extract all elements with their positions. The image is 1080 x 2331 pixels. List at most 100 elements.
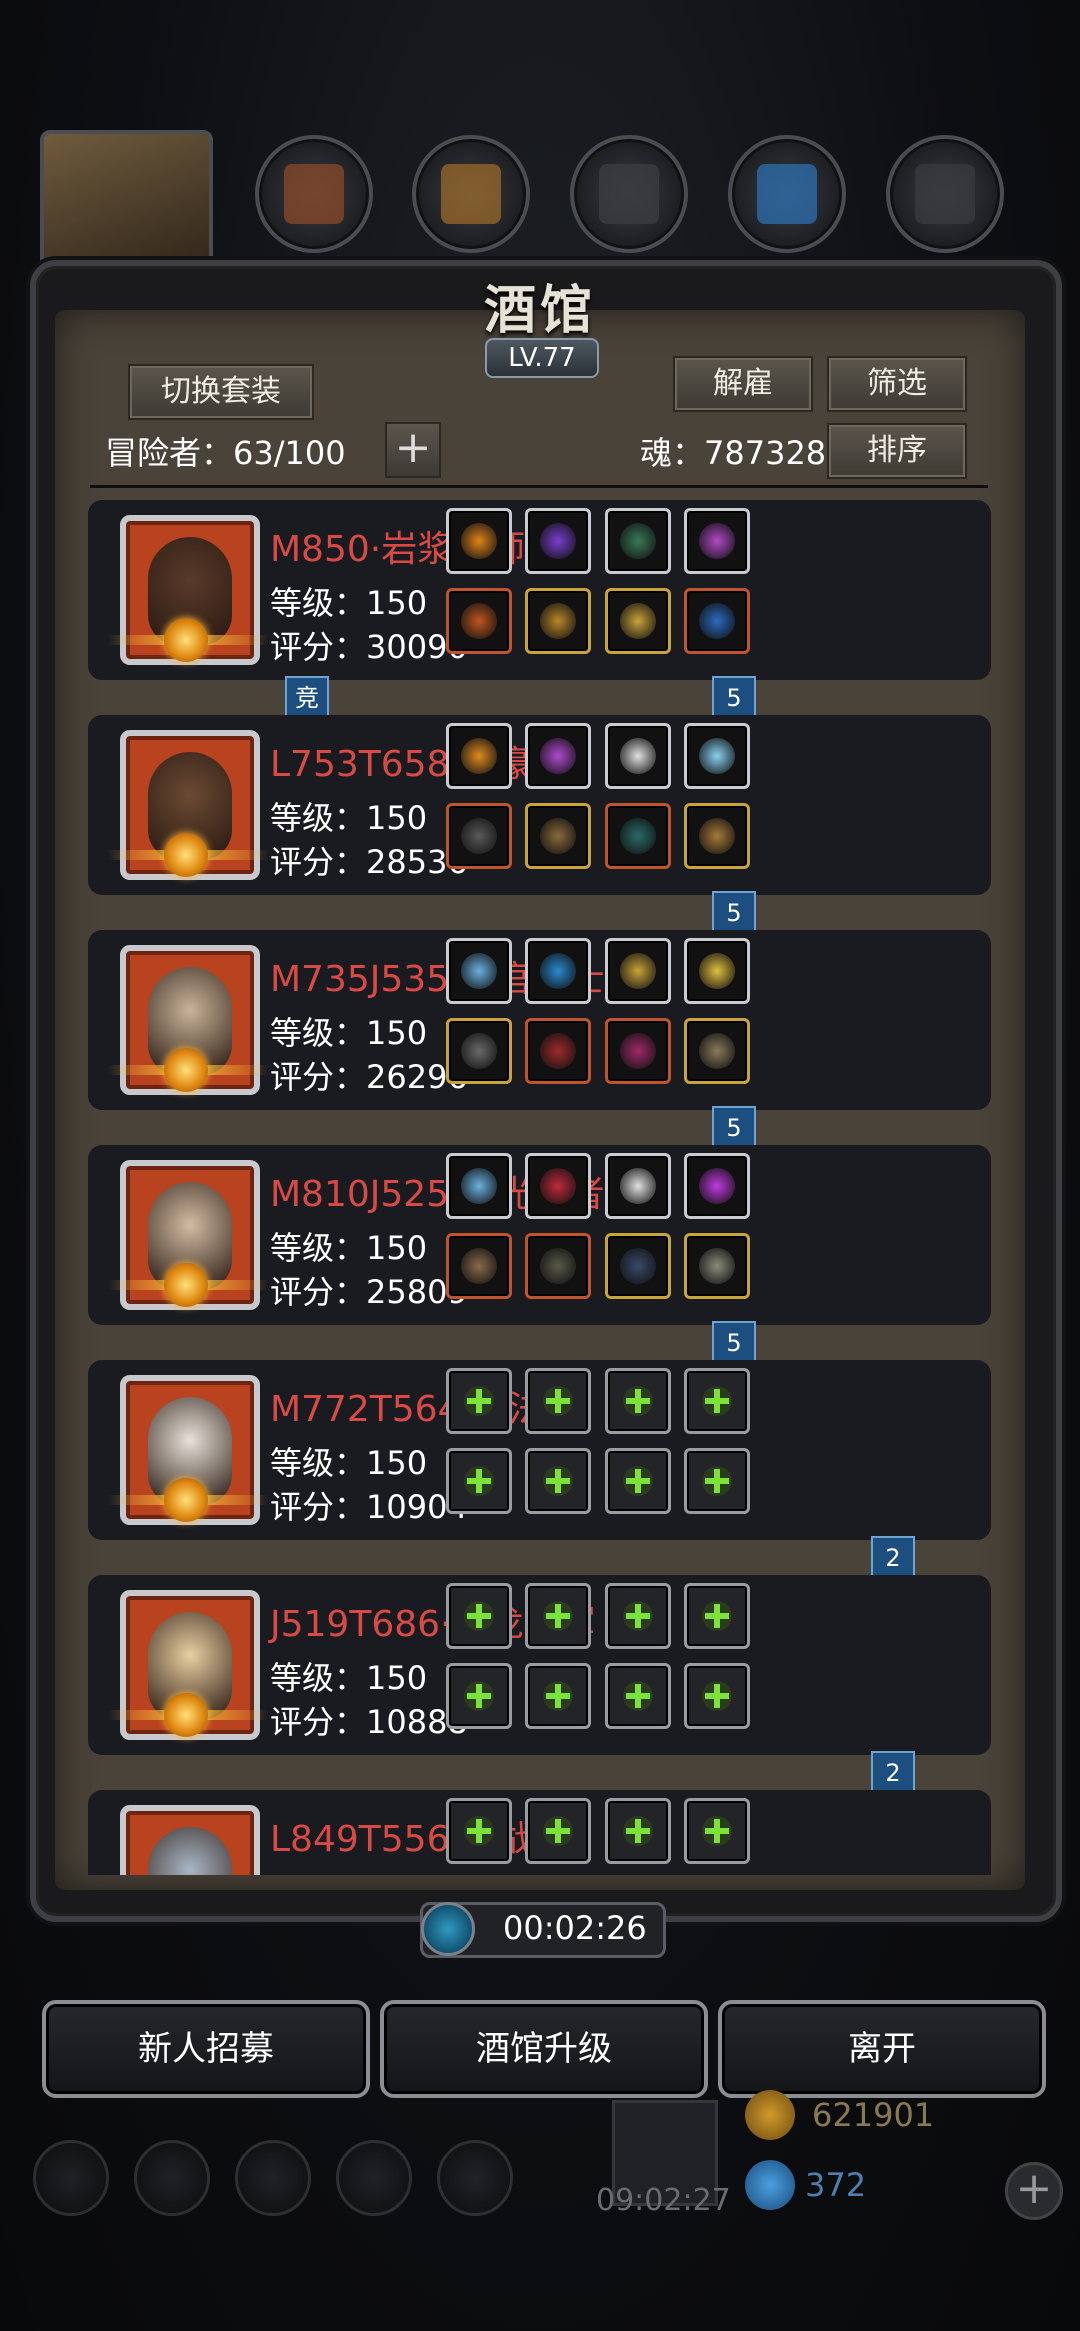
- equipment-slot[interactable]: [525, 723, 591, 789]
- equipment-icon: [540, 1033, 576, 1069]
- timer: 00:02:26: [420, 1902, 666, 1958]
- equipment-slot[interactable]: [445, 723, 512, 789]
- empty-equipment-slot[interactable]: [525, 1583, 591, 1649]
- adventurer-score: 评分：26296: [270, 1058, 468, 1096]
- equipment-slot[interactable]: [684, 938, 750, 1004]
- equipment-slot[interactable]: [445, 1153, 512, 1219]
- settings-icon[interactable]: [33, 2140, 109, 2216]
- guild-icon[interactable]: [235, 2140, 311, 2216]
- equipment-slot[interactable]: [445, 803, 512, 869]
- equipment-slot[interactable]: [525, 803, 591, 869]
- add-equipment-icon: [543, 1386, 573, 1416]
- switch-outfit-button[interactable]: 切换套装: [128, 364, 314, 420]
- empty-equipment-slot[interactable]: [604, 1663, 671, 1729]
- empty-equipment-slot[interactable]: [684, 1448, 750, 1514]
- equipment-slot[interactable]: [525, 1233, 591, 1299]
- equipment-slot[interactable]: [604, 723, 671, 789]
- divider: [90, 485, 988, 488]
- adventurer-card[interactable]: M810J525·圣光贤者 等级：150 评分：25809: [88, 1145, 991, 1325]
- empty-equipment-slot[interactable]: [445, 1583, 512, 1649]
- mail-icon[interactable]: [336, 2140, 412, 2216]
- add-currency-button[interactable]: +: [1005, 2162, 1063, 2220]
- soul-count: 魂：787328: [640, 434, 827, 472]
- equipment-slot[interactable]: [445, 938, 512, 1004]
- add-equipment-icon: [463, 1386, 494, 1416]
- add-equipment-icon: [622, 1816, 653, 1846]
- equipment-icon: [460, 738, 497, 774]
- empty-equipment-slot[interactable]: [445, 1448, 512, 1514]
- map-icon[interactable]: [437, 2140, 513, 2216]
- equipment-icon: [460, 953, 497, 989]
- equipment-slot[interactable]: [525, 588, 591, 654]
- equipment-slot[interactable]: [445, 508, 512, 574]
- dismiss-button[interactable]: 解雇: [673, 356, 813, 412]
- equipment-slot[interactable]: [445, 588, 512, 654]
- add-equipment-icon: [463, 1681, 494, 1711]
- equipment-slot[interactable]: [684, 508, 750, 574]
- empty-equipment-slot[interactable]: [445, 1663, 512, 1729]
- expand-capacity-button[interactable]: +: [385, 422, 441, 478]
- empty-equipment-slot[interactable]: [684, 1663, 750, 1729]
- tab-weapon[interactable]: [255, 135, 373, 253]
- equipment-slot[interactable]: [445, 1233, 512, 1299]
- equipment-slot[interactable]: [525, 1018, 591, 1084]
- sun-medal-icon: [164, 618, 208, 662]
- upgrade-tavern-button[interactable]: 酒馆升级: [380, 2000, 708, 2098]
- adventurer-count: 冒险者：63/100: [105, 434, 346, 472]
- leave-button[interactable]: 离开: [718, 2000, 1046, 2098]
- adventurer-card[interactable]: L753T658·剑豪 等级：150 评分：28536: [88, 715, 991, 895]
- equipment-slot[interactable]: [684, 723, 750, 789]
- empty-equipment-slot[interactable]: [604, 1798, 671, 1864]
- adventurer-card[interactable]: M850·岩浆法师 等级：150 评分：30090: [88, 500, 991, 680]
- empty-equipment-slot[interactable]: [445, 1798, 512, 1864]
- equipment-slot[interactable]: [604, 1233, 671, 1299]
- equipment-slot[interactable]: [684, 1018, 750, 1084]
- equipment-slot[interactable]: [604, 1153, 671, 1219]
- equipment-slot[interactable]: [604, 938, 671, 1004]
- tab-crystal[interactable]: [728, 135, 846, 253]
- equipment-icon: [619, 738, 656, 774]
- adventurer-list[interactable]: M850·岩浆法师 等级：150 评分：30090 5 竞 L753T658·剑豪 等级：1…: [85, 500, 995, 1875]
- equipment-slot[interactable]: [525, 1153, 591, 1219]
- tab-iron[interactable]: [886, 135, 1004, 253]
- empty-equipment-slot[interactable]: [525, 1798, 591, 1864]
- adventurer-card[interactable]: L849T556·狂战神: [88, 1790, 991, 1875]
- empty-equipment-slot[interactable]: [604, 1448, 671, 1514]
- equipment-slot[interactable]: [604, 803, 671, 869]
- empty-equipment-slot[interactable]: [684, 1798, 750, 1864]
- equipment-slot[interactable]: [525, 508, 591, 574]
- empty-equipment-slot[interactable]: [525, 1448, 591, 1514]
- tab-stone[interactable]: [570, 135, 688, 253]
- equipment-slot[interactable]: [684, 803, 750, 869]
- adventurer-card[interactable]: J519T686·圣龙将军 等级：150 评分：10888: [88, 1575, 991, 1755]
- equipment-slot[interactable]: [604, 508, 671, 574]
- empty-equipment-slot[interactable]: [604, 1583, 671, 1649]
- equipment-icon: [460, 1033, 497, 1069]
- sun-medal-icon: [164, 1693, 208, 1737]
- add-equipment-icon: [622, 1601, 653, 1631]
- equipment-icon: [699, 1168, 735, 1204]
- equipment-icon: [699, 603, 735, 639]
- filter-button[interactable]: 筛选: [827, 356, 967, 412]
- equipment-slot[interactable]: [684, 588, 750, 654]
- gem-amount: 372: [805, 2166, 867, 2204]
- empty-equipment-slot[interactable]: [684, 1368, 750, 1434]
- equipment-slot[interactable]: [684, 1153, 750, 1219]
- equipment-slot[interactable]: [604, 1018, 671, 1084]
- equipment-slot[interactable]: [445, 1018, 512, 1084]
- empty-equipment-slot[interactable]: [604, 1368, 671, 1434]
- adventurer-avatar: [120, 1805, 260, 1875]
- equipment-slot[interactable]: [525, 938, 591, 1004]
- adventurer-card[interactable]: M735J535·神官骑士 等级：150 评分：26296: [88, 930, 991, 1110]
- empty-equipment-slot[interactable]: [684, 1583, 750, 1649]
- empty-equipment-slot[interactable]: [525, 1663, 591, 1729]
- empty-equipment-slot[interactable]: [445, 1368, 512, 1434]
- adventurer-card[interactable]: M772T564·血法师 等级：150 评分：10904: [88, 1360, 991, 1540]
- empty-equipment-slot[interactable]: [525, 1368, 591, 1434]
- equipment-slot[interactable]: [684, 1233, 750, 1299]
- sort-button[interactable]: 排序: [827, 423, 967, 479]
- recruit-button[interactable]: 新人招募: [42, 2000, 370, 2098]
- star-icon[interactable]: [134, 2140, 210, 2216]
- equipment-slot[interactable]: [604, 588, 671, 654]
- tab-wood[interactable]: [412, 135, 530, 253]
